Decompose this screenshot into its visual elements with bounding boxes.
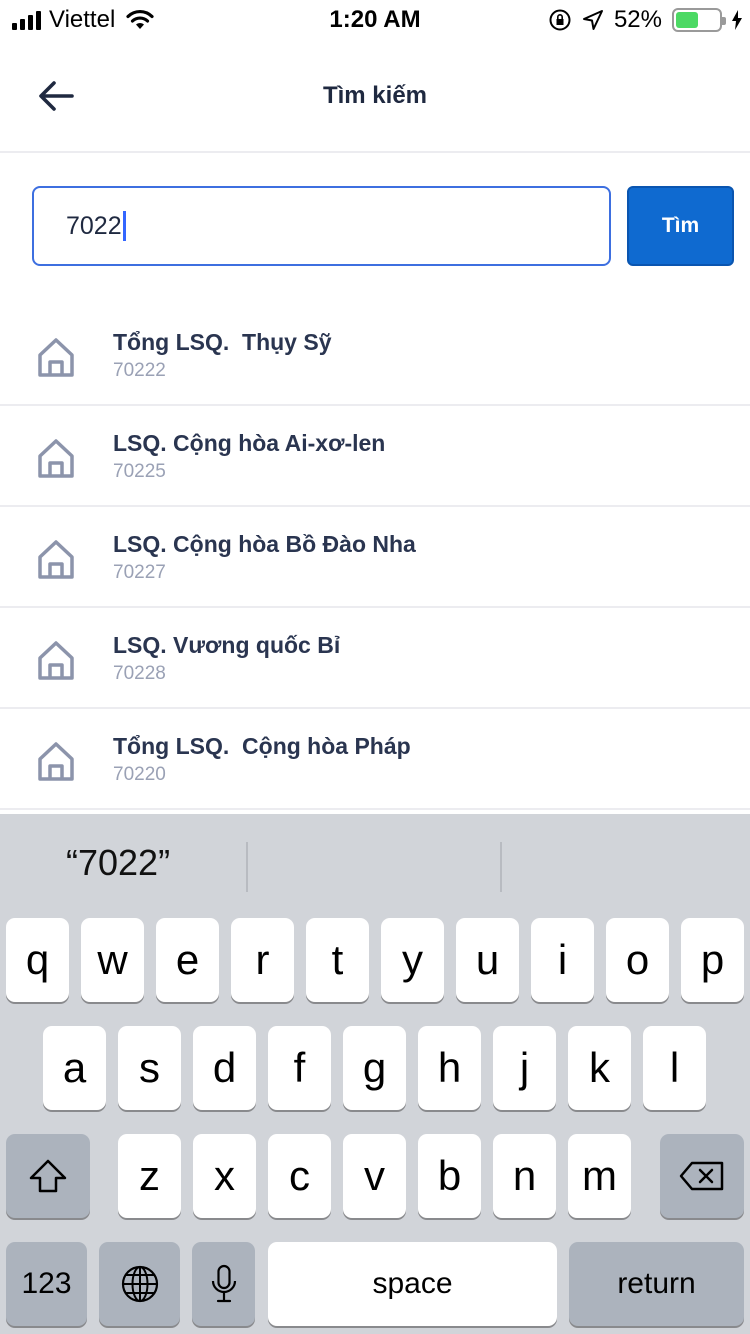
result-name: Tổng LSQ. Cộng hòa Pháp [113, 733, 411, 759]
battery-percent: 52% [613, 6, 662, 33]
key-j[interactable]: j [493, 1026, 556, 1110]
result-name: LSQ. Cộng hòa Ai-xơ-len [113, 430, 386, 456]
search-input[interactable]: 7022 [32, 186, 611, 266]
list-item[interactable]: LSQ. Cộng hòa Bồ Đào Nha 70227 [0, 507, 750, 608]
backspace-icon [679, 1161, 724, 1191]
key-k[interactable]: k [568, 1026, 631, 1110]
globe-key[interactable] [99, 1242, 180, 1326]
prediction-bar: “7022” [0, 814, 750, 904]
result-list: Tổng LSQ. Thụy Sỹ 70222 LSQ. Cộng hòa Ai… [0, 305, 750, 810]
shift-key[interactable] [6, 1134, 90, 1218]
key-n[interactable]: n [493, 1134, 556, 1218]
space-key[interactable]: space [268, 1242, 557, 1326]
result-code: 70225 [113, 461, 166, 482]
key-y[interactable]: y [381, 918, 444, 1002]
result-name: LSQ. Cộng hòa Bồ Đào Nha [113, 531, 416, 557]
key-w[interactable]: w [81, 918, 144, 1002]
house-icon [38, 641, 74, 680]
result-name: LSQ. Vương quốc Bỉ [113, 632, 341, 658]
battery-icon [672, 8, 726, 32]
text-caret [122, 211, 126, 241]
nav-bar: Tìm kiếm [0, 40, 750, 153]
prediction-divider [500, 842, 502, 892]
key-e[interactable]: e [156, 918, 219, 1002]
key-a[interactable]: a [43, 1026, 106, 1110]
key-d[interactable]: d [193, 1026, 256, 1110]
house-icon [38, 742, 74, 781]
key-b[interactable]: b [418, 1134, 481, 1218]
result-name: Tổng LSQ. Thụy Sỹ [113, 329, 332, 355]
location-icon [582, 10, 603, 30]
microphone-icon [211, 1264, 236, 1303]
house-icon [38, 439, 74, 478]
globe-icon [121, 1265, 158, 1303]
house-icon [38, 540, 74, 579]
list-item[interactable]: LSQ. Vương quốc Bỉ 70228 [0, 608, 750, 709]
prediction-divider [246, 842, 248, 892]
key-m[interactable]: m [568, 1134, 631, 1218]
status-bar: Viettel 1:20 AM 52% [0, 0, 750, 40]
key-v[interactable]: v [343, 1134, 406, 1218]
list-item[interactable]: LSQ. Cộng hòa Ai-xơ-len 70225 [0, 406, 750, 507]
key-o[interactable]: o [606, 918, 669, 1002]
key-l[interactable]: l [643, 1026, 706, 1110]
keyboard: “7022” q w e r t y u i o p a s d f g h j… [0, 814, 750, 1334]
list-item[interactable]: Tổng LSQ. Cộng hòa Pháp 70220 [0, 709, 750, 810]
key-t[interactable]: t [306, 918, 369, 1002]
delete-key[interactable] [660, 1134, 744, 1218]
charging-icon [732, 10, 742, 30]
key-p[interactable]: p [681, 918, 744, 1002]
return-key[interactable]: return [569, 1242, 744, 1326]
key-r[interactable]: r [231, 918, 294, 1002]
key-u[interactable]: u [456, 918, 519, 1002]
list-item[interactable]: Tổng LSQ. Thụy Sỹ 70222 [0, 305, 750, 406]
page-title: Tìm kiếm [322, 82, 428, 109]
key-s[interactable]: s [118, 1026, 181, 1110]
rotation-lock-icon [549, 9, 571, 31]
key-c[interactable]: c [268, 1134, 331, 1218]
key-g[interactable]: g [343, 1026, 406, 1110]
key-q[interactable]: q [6, 918, 69, 1002]
result-code: 70228 [113, 663, 166, 684]
search-button[interactable]: Tìm [627, 186, 734, 266]
house-icon [38, 338, 74, 377]
result-code: 70222 [113, 360, 166, 381]
key-h[interactable]: h [418, 1026, 481, 1110]
numbers-key[interactable]: 123 [6, 1242, 87, 1326]
prediction-suggestion[interactable]: “7022” [66, 842, 170, 884]
dictation-key[interactable] [192, 1242, 255, 1326]
key-f[interactable]: f [268, 1026, 331, 1110]
result-code: 70227 [113, 562, 166, 583]
key-z[interactable]: z [118, 1134, 181, 1218]
key-i[interactable]: i [531, 918, 594, 1002]
key-x[interactable]: x [193, 1134, 256, 1218]
search-input-value: 7022 [66, 211, 122, 240]
shift-icon [29, 1159, 67, 1193]
result-code: 70220 [113, 764, 166, 785]
